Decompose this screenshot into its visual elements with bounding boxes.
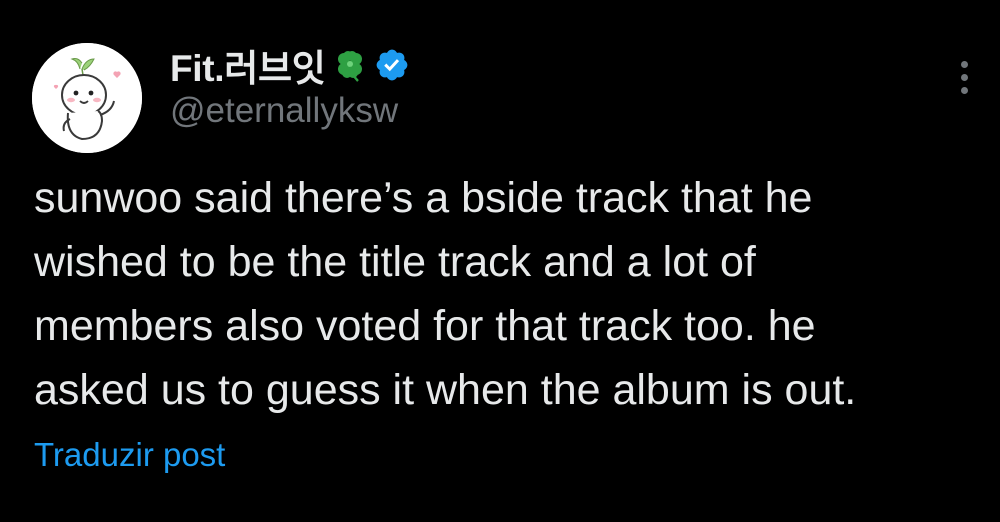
tweet-text-line: asked us to guess it when the album is o… [34,366,857,414]
more-vertical-icon[interactable] [946,54,982,100]
tweet-text-line: wished to be the title track and a lot o… [34,238,756,286]
author-display-name[interactable]: Fit.러브잇 [170,38,326,92]
author-avatar[interactable] [32,43,142,153]
more-dot [960,73,968,81]
author-handle[interactable]: @eternallyksw [170,91,398,131]
verified-badge-icon[interactable] [374,47,410,83]
author-name-row: Fit.러브잇 [170,40,410,90]
cartoon-character-avatar-icon [32,43,142,153]
more-dot [960,86,968,94]
more-dot [960,60,968,68]
tweet-card: Fit.러브잇 @eternallyksw sunwoo said there’… [0,0,1000,522]
tweet-text-line: sunwoo said there’s a bside track that h… [34,174,813,222]
four-leaf-clover-icon [332,47,368,83]
tweet-text-line: members also voted for that track too. h… [34,302,816,350]
translate-post-link[interactable]: Traduzir post [34,436,225,474]
tweet-text: sunwoo said there’s a bside track that h… [34,166,984,422]
